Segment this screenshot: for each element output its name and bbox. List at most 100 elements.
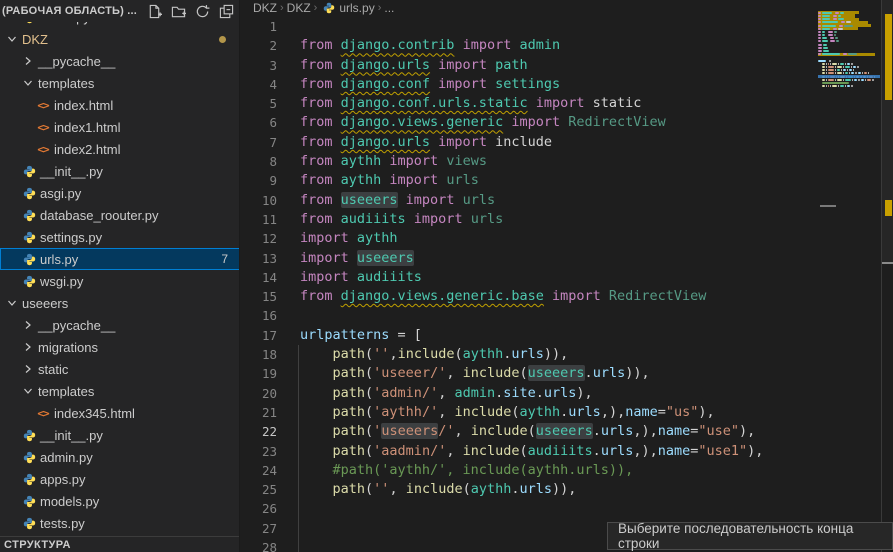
line-number: 18 bbox=[241, 345, 277, 364]
tree-file-settings-py[interactable]: settings.py bbox=[0, 226, 240, 248]
code-line-13[interactable]: 13import useeers bbox=[241, 249, 893, 268]
breadcrumb-item-3[interactable]: ... bbox=[384, 1, 394, 15]
tree-item-label: index1.html bbox=[54, 120, 120, 135]
tree-file-admin-py[interactable]: admin.py bbox=[0, 446, 240, 468]
code-area[interactable]: 12from django.contrib import admin3from … bbox=[241, 16, 893, 552]
line-number: 16 bbox=[241, 306, 277, 325]
code-line-23[interactable]: 23 path('aadmin/', include(audiiits.urls… bbox=[241, 442, 893, 461]
code-line-12[interactable]: 12import aythh bbox=[241, 229, 893, 248]
tree-file-index-html[interactable]: <>index.html bbox=[0, 94, 240, 116]
tree-file-index1-html[interactable]: <> index1.html bbox=[0, 116, 240, 138]
tree-folder-static[interactable]: static bbox=[0, 358, 240, 380]
tree-file-wsgi-py[interactable]: wsgi.py bbox=[0, 270, 240, 292]
code-line-6[interactable]: 6from django.views.generic import Redire… bbox=[241, 113, 893, 132]
code-line-1[interactable]: 1 bbox=[241, 17, 893, 36]
tree-folder-migrations[interactable]: migrations bbox=[0, 336, 240, 358]
tree-item-label: wsgi.py bbox=[40, 274, 83, 289]
outline-section-header[interactable]: СТРУКТУРА bbox=[0, 536, 240, 552]
file-tree: views.pyDKZ__pycache__templates<>index.h… bbox=[0, 6, 240, 534]
code-line-16[interactable]: 16 bbox=[241, 306, 893, 325]
line-number: 15 bbox=[241, 287, 277, 306]
tree-item-label: index2.html bbox=[54, 142, 120, 157]
tree-file-tests-py[interactable]: tests.py bbox=[0, 512, 240, 534]
code-line-20[interactable]: 20 path('admin/', admin.site.urls), bbox=[241, 384, 893, 403]
code-line-17[interactable]: 17urlpatterns = [ bbox=[241, 326, 893, 345]
line-text: from aythh import views bbox=[300, 152, 487, 171]
tree-file-urls-py[interactable]: urls.py7 bbox=[0, 248, 240, 270]
html-file-icon: <> bbox=[37, 407, 48, 420]
collapse-all-icon[interactable] bbox=[219, 4, 234, 19]
new-folder-icon[interactable] bbox=[171, 4, 186, 19]
line-number: 4 bbox=[241, 75, 277, 94]
line-text: import aythh bbox=[300, 229, 398, 248]
line-number: 8 bbox=[241, 152, 277, 171]
tree-item-label: __pycache__ bbox=[38, 54, 115, 69]
tree-folder-useeers[interactable]: useeers bbox=[0, 292, 240, 314]
code-line-26[interactable]: 26 bbox=[241, 499, 893, 518]
code-line-18[interactable]: 18 path('',include(aythh.urls)), bbox=[241, 345, 893, 364]
breadcrumb-item-2[interactable]: urls.py bbox=[339, 1, 374, 15]
line-number: 25 bbox=[241, 480, 277, 499]
tree-file-asgi-py[interactable]: asgi.py bbox=[0, 182, 240, 204]
tree-item-label: DKZ bbox=[22, 32, 48, 47]
breadcrumb-separator: › bbox=[280, 2, 284, 14]
tree-file--init-py[interactable]: __init__.py bbox=[0, 424, 240, 446]
tree-item-label: settings.py bbox=[40, 230, 102, 245]
line-number: 14 bbox=[241, 268, 277, 287]
line-text: path('', include(aythh.urls)), bbox=[300, 480, 576, 499]
line-number: 20 bbox=[241, 384, 277, 403]
tree-folder-templates[interactable]: templates bbox=[0, 380, 240, 402]
python-file-icon bbox=[23, 429, 36, 442]
breadcrumb-item-1[interactable]: DKZ bbox=[287, 1, 311, 15]
python-file-icon bbox=[23, 187, 36, 200]
code-line-9[interactable]: 9from aythh import urls bbox=[241, 171, 893, 190]
breadcrumb-separator: › bbox=[314, 2, 318, 14]
code-line-24[interactable]: 24 #path('aythh/', include(aythh.urls)), bbox=[241, 461, 893, 480]
line-number: 17 bbox=[241, 326, 277, 345]
tree-file-apps-py[interactable]: apps.py bbox=[0, 468, 240, 490]
breadcrumb-separator: › bbox=[378, 2, 382, 14]
breadcrumb: DKZ›DKZ›urls.py›... bbox=[241, 0, 893, 16]
tree-item-label: __pycache__ bbox=[38, 318, 115, 333]
tree-folder--pycache-[interactable]: __pycache__ bbox=[0, 314, 240, 336]
code-line-8[interactable]: 8 from aythh import views bbox=[241, 152, 893, 171]
code-line-10[interactable]: 10from useeers import urls bbox=[241, 191, 893, 210]
tree-folder--pycache-[interactable]: __pycache__ bbox=[0, 50, 240, 72]
code-line-22[interactable]: 22 path('useeers/', include(useeers.urls… bbox=[241, 422, 893, 441]
tree-file--init-py[interactable]: __init__.py bbox=[0, 160, 240, 182]
line-number: 27 bbox=[241, 519, 277, 538]
code-line-21[interactable]: 21 path('aythh/', include(aythh.urls,),n… bbox=[241, 403, 893, 422]
code-line-25[interactable]: 25 path('', include(aythh.urls)), bbox=[241, 480, 893, 499]
tree-item-label: __init__.py bbox=[40, 428, 103, 443]
tree-file-index345-html[interactable]: <>index345.html bbox=[0, 402, 240, 424]
code-line-15[interactable]: 15from django.views.generic.base import … bbox=[241, 287, 893, 306]
tree-file-database-roouter-py[interactable]: database_roouter.py bbox=[0, 204, 240, 226]
new-file-icon[interactable] bbox=[147, 4, 162, 19]
code-line-4[interactable]: 4from django.conf import settings bbox=[241, 75, 893, 94]
editor-pane: DKZ›DKZ›urls.py›... 12from django.contri… bbox=[241, 0, 893, 552]
overview-ruler-scrollbar[interactable] bbox=[881, 0, 893, 552]
tree-file-index2-html[interactable]: <>index2.html bbox=[0, 138, 240, 160]
minimap[interactable] bbox=[818, 8, 880, 218]
code-line-11[interactable]: 11from audiiits import urls bbox=[241, 210, 893, 229]
line-text: path('useeer/', include(useeers.urls)), bbox=[300, 364, 650, 383]
tree-file-models-py[interactable]: models.py bbox=[0, 490, 240, 512]
chevron-down-icon bbox=[22, 77, 34, 89]
tree-folder-templates[interactable]: templates bbox=[0, 72, 240, 94]
code-line-3[interactable]: 3from django.urls import path bbox=[241, 56, 893, 75]
breadcrumb-item-0[interactable]: DKZ bbox=[253, 1, 277, 15]
code-line-7[interactable]: 7from django.urls import include bbox=[241, 133, 893, 152]
python-file-icon bbox=[23, 495, 36, 508]
tree-item-label: asgi.py bbox=[40, 186, 81, 201]
line-number: 22 bbox=[241, 422, 277, 441]
refresh-icon[interactable] bbox=[195, 4, 210, 19]
tree-item-label: admin.py bbox=[40, 450, 93, 465]
code-line-19[interactable]: 19 path('useeer/', include(useeers.urls)… bbox=[241, 364, 893, 383]
line-text: from django.views.generic import Redirec… bbox=[300, 113, 666, 132]
tree-folder-dkz[interactable]: DKZ bbox=[0, 28, 240, 50]
code-line-14[interactable]: 14import audiiits bbox=[241, 268, 893, 287]
html-file-icon: <> bbox=[37, 121, 48, 134]
code-line-2[interactable]: 2from django.contrib import admin bbox=[241, 36, 893, 55]
code-line-5[interactable]: 5from django.conf.urls.static import sta… bbox=[241, 94, 893, 113]
indent-guide bbox=[298, 345, 299, 552]
